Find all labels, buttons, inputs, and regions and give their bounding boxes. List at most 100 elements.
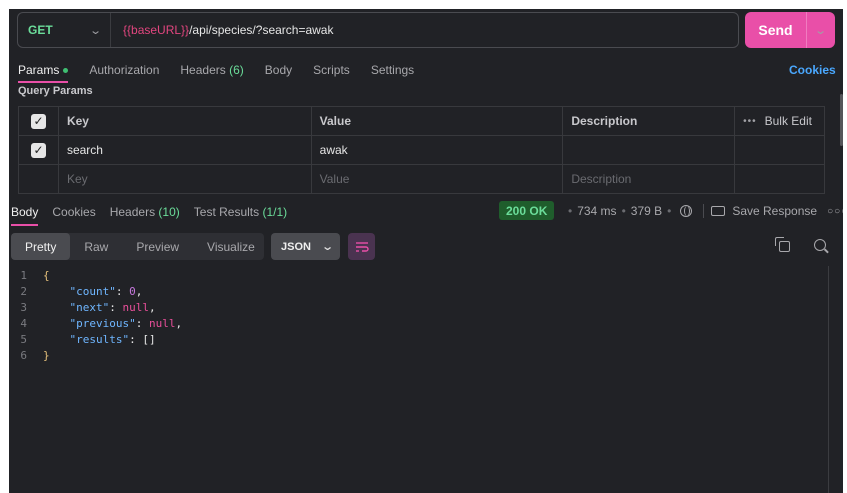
row-check-cell: ✓ xyxy=(19,136,59,164)
code-line: 1 { xyxy=(9,267,829,283)
new-value-input[interactable]: Value xyxy=(312,165,564,193)
tab-label: Headers xyxy=(109,205,156,219)
select-all-checkbox[interactable]: ✓ xyxy=(30,113,46,129)
tab-response-body[interactable]: Body xyxy=(11,205,39,226)
chevron-down-icon: ⌄ xyxy=(321,241,335,253)
tab-label: Cookies xyxy=(52,205,96,219)
code-text: } xyxy=(43,348,50,362)
tab-label: Authorization xyxy=(89,63,160,77)
tab-authorization[interactable]: Authorization xyxy=(89,63,159,77)
tab-test-results[interactable]: Test Results (1/1) xyxy=(194,205,287,219)
code-text: "results": [] xyxy=(69,332,156,346)
tab-raw[interactable]: Raw xyxy=(70,233,122,260)
select-all-cell: ✓ xyxy=(19,107,59,135)
json-key: "next" xyxy=(69,300,110,314)
code-text: "next": null, xyxy=(69,300,156,314)
tab-params[interactable]: Params xyxy=(18,63,69,83)
network-globe-icon[interactable] xyxy=(680,205,693,217)
table-row-new: Key Value Description xyxy=(19,165,825,194)
column-header-description: Description xyxy=(563,107,736,135)
bulk-edit-label: Bulk Edit xyxy=(764,114,812,128)
active-dot-icon xyxy=(63,68,69,74)
response-body-editor[interactable]: 1 { 2 "count": 0, 3 "next": null, 4 "pre… xyxy=(9,267,829,363)
response-tabs: Body Cookies Headers (10) Test Results (… xyxy=(11,204,301,226)
format-select-label: JSON xyxy=(281,240,311,253)
divider xyxy=(703,204,705,218)
code-line: 3 "next": null, xyxy=(9,299,829,315)
json-value: 0 xyxy=(129,284,136,298)
param-value-cell[interactable]: awak xyxy=(312,136,564,164)
tab-label: Test Results xyxy=(193,205,260,219)
send-button-group: Send ⌄ xyxy=(745,12,835,48)
send-button[interactable]: Send xyxy=(745,12,806,48)
status-badge[interactable]: 200 OK xyxy=(499,201,555,220)
row-checkbox[interactable]: ✓ xyxy=(30,142,46,158)
method-select[interactable]: GET ⌄ xyxy=(18,13,111,47)
json-key: "results" xyxy=(69,332,130,346)
code-line: 6 } xyxy=(9,347,829,363)
chevron-down-icon: ⌄ xyxy=(814,24,828,37)
column-header-key: Key xyxy=(59,107,312,135)
query-params-heading: Query Params xyxy=(18,85,93,97)
new-key-input[interactable]: Key xyxy=(59,165,312,193)
tab-settings[interactable]: Settings xyxy=(371,63,414,77)
scrollbar[interactable] xyxy=(840,94,843,146)
line-number: 4 xyxy=(20,316,27,330)
line-number: 1 xyxy=(20,268,27,282)
chevron-down-icon: ⌄ xyxy=(88,24,102,37)
code-line: 5 "results": [] xyxy=(9,331,829,347)
tab-response-headers[interactable]: Headers (10) xyxy=(110,205,180,219)
param-description-cell[interactable] xyxy=(563,136,736,164)
json-value: null xyxy=(122,300,150,314)
tab-response-cookies[interactable]: Cookies xyxy=(52,205,95,219)
response-size[interactable]: 379 B xyxy=(631,204,662,218)
response-meta: • 734 ms • 379 B • Save Response ○○○ xyxy=(563,204,843,218)
cookies-link[interactable]: Cookies xyxy=(789,63,836,77)
code-text: "count": 0, xyxy=(69,284,143,298)
tab-badge: (6) xyxy=(229,63,244,77)
tab-pretty[interactable]: Pretty xyxy=(11,233,71,260)
tab-scripts[interactable]: Scripts xyxy=(313,63,350,77)
json-value: null xyxy=(148,316,176,330)
table-row: ✓ search awak xyxy=(19,136,825,165)
more-options-icon[interactable]: ○○○ xyxy=(827,206,843,217)
code-text: { xyxy=(43,268,50,282)
method-label: GET xyxy=(28,23,53,37)
column-header-value: Value xyxy=(312,107,564,135)
tab-label: Body xyxy=(11,205,39,219)
separator-dot: • xyxy=(568,204,573,218)
format-select[interactable]: JSON ⌄ xyxy=(271,233,340,260)
tab-body[interactable]: Body xyxy=(265,63,292,77)
tab-headers[interactable]: Headers (6) xyxy=(180,63,243,77)
code-line: 4 "previous": null, xyxy=(9,315,829,331)
send-options-button[interactable]: ⌄ xyxy=(806,12,835,48)
save-response-button[interactable]: Save Response xyxy=(732,204,817,218)
query-params-table: ✓ Key Value Description ••• Bulk Edit ✓ s… xyxy=(18,106,825,194)
tab-visualize[interactable]: Visualize xyxy=(193,233,269,260)
wrap-lines-icon xyxy=(355,241,369,252)
copy-icon[interactable] xyxy=(775,237,790,252)
url-input[interactable]: {{baseURL}}/api/species/?search=awak xyxy=(111,23,333,37)
response-time[interactable]: 734 ms xyxy=(577,204,616,218)
search-icon[interactable] xyxy=(814,239,826,251)
code-text: "previous": null, xyxy=(69,316,183,330)
url-path: /api/species/?search=awak xyxy=(189,23,334,37)
tab-label: Settings xyxy=(370,63,415,77)
table-header-row: ✓ Key Value Description ••• Bulk Edit xyxy=(19,107,825,136)
separator-dot: • xyxy=(667,204,672,218)
editor-scrollbar[interactable] xyxy=(828,266,829,493)
row-check-cell xyxy=(19,165,59,193)
new-description-input[interactable]: Description xyxy=(563,165,736,193)
wrap-lines-button[interactable] xyxy=(348,233,375,260)
tab-preview[interactable]: Preview xyxy=(122,233,193,260)
json-key: "count" xyxy=(69,284,116,298)
url-bar: GET ⌄ {{baseURL}}/api/species/?search=aw… xyxy=(17,12,739,48)
code-line: 2 "count": 0, xyxy=(9,283,829,299)
bulk-edit-button[interactable]: ••• Bulk Edit xyxy=(735,107,825,135)
row-actions-cell xyxy=(735,165,825,193)
line-number: 2 xyxy=(20,284,27,298)
param-key-cell[interactable]: search xyxy=(59,136,312,164)
row-actions-cell xyxy=(735,136,825,164)
json-key: "previous" xyxy=(69,316,136,330)
tab-label: Body xyxy=(264,63,293,77)
